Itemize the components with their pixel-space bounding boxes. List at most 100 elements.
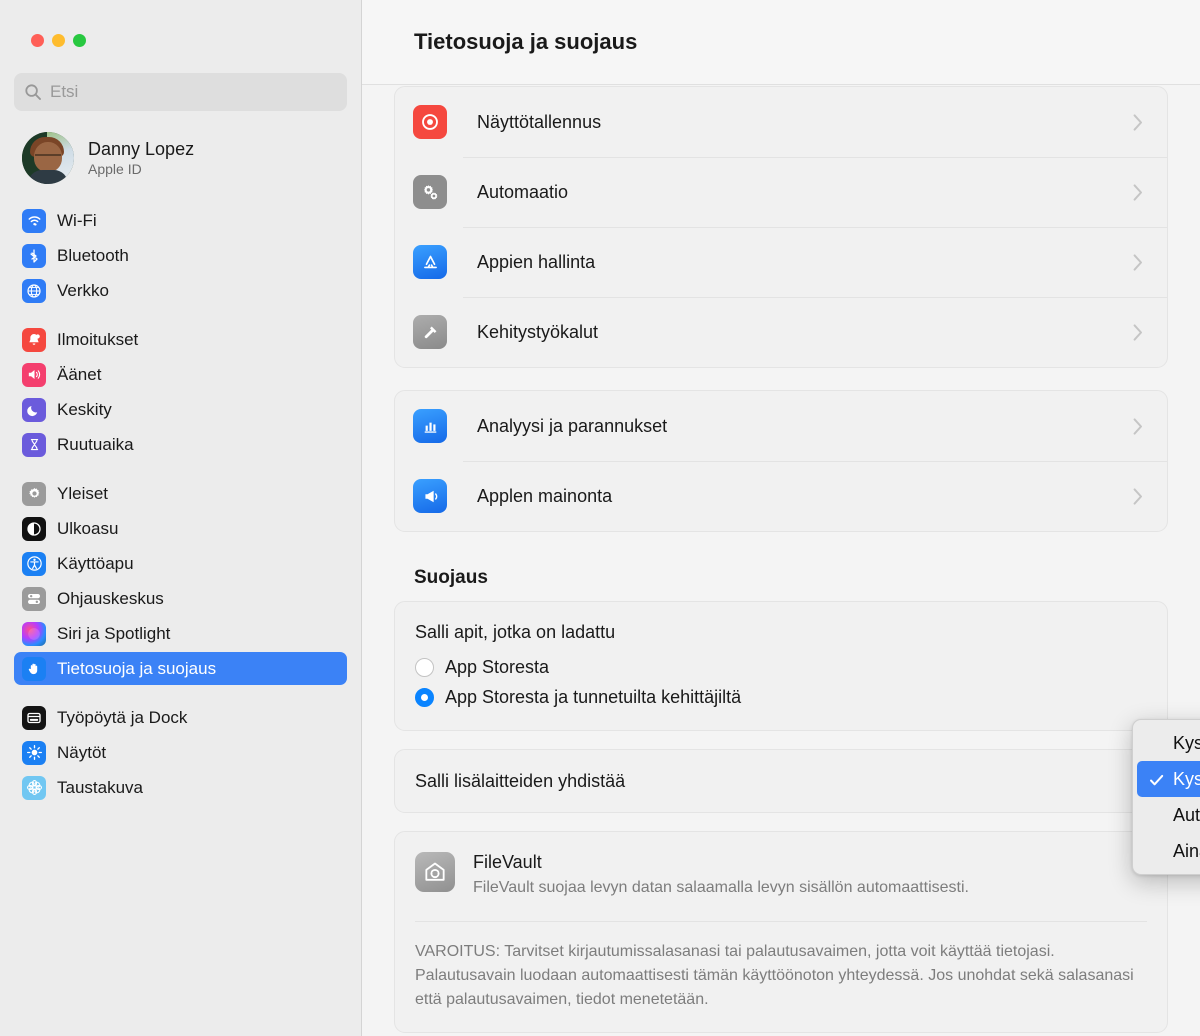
- accessories-dropdown-menu[interactable]: Kysy joka kerta Kysy uusille lisälaittei…: [1132, 719, 1200, 875]
- sidebar-group-system: Yleiset Ulkoasu Käyttöapu Ohjauskeskus S…: [0, 477, 361, 685]
- page-title: Tietosuoja ja suojaus: [414, 29, 638, 54]
- allow-apps-card: Salli apit, jotka on ladattu App Storest…: [394, 601, 1168, 731]
- hand-icon: [22, 656, 46, 681]
- menu-item-always[interactable]: Aina: [1137, 833, 1200, 869]
- sidebar-item-siri-spotlight[interactable]: Siri ja Spotlight: [14, 617, 347, 650]
- sidebar-item-label: Siri ja Spotlight: [57, 623, 171, 643]
- sidebar-item-label: Äänet: [57, 364, 102, 384]
- hourglass-icon: [22, 432, 46, 457]
- avatar: [22, 132, 74, 184]
- row-label: Applen mainonta: [477, 485, 613, 506]
- radio-label: App Storesta ja tunnetuilta kehittäjiltä: [445, 686, 742, 707]
- sidebar-item-label: Bluetooth: [57, 245, 129, 265]
- siri-icon: [22, 621, 46, 646]
- row-screen-recording[interactable]: Näyttötallennus: [395, 87, 1167, 157]
- sidebar-item-label: Työpöytä ja Dock: [57, 707, 188, 727]
- gear-icon: [22, 481, 46, 506]
- speaker-icon: [22, 362, 46, 387]
- filevault-card: FileVault FileVault suojaa levyn datan s…: [394, 831, 1168, 1034]
- sidebar-item-privacy-security[interactable]: Tietosuoja ja suojaus: [14, 652, 347, 685]
- menu-item-ask-for-new-accessories[interactable]: Kysy uusille lisälaitteille: [1137, 761, 1200, 797]
- minimize-button[interactable]: [52, 34, 65, 47]
- search-field[interactable]: [14, 73, 347, 111]
- row-analytics-improvements[interactable]: Analyysi ja parannukset: [395, 391, 1167, 461]
- sidebar-item-label: Taustakuva: [57, 777, 143, 797]
- close-button[interactable]: [31, 34, 44, 47]
- sidebar-item-label: Näytöt: [57, 742, 107, 762]
- checkmark-icon: [1149, 772, 1164, 787]
- appearance-icon: [22, 516, 46, 541]
- filevault-warning: VAROITUS: Tarvitset kirjautumissalasanas…: [415, 943, 1134, 1009]
- row-label: Analyysi ja parannukset: [477, 415, 668, 436]
- bluetooth-icon: [22, 243, 46, 268]
- filevault-name: FileVault: [473, 852, 542, 872]
- chevron-right-icon: [1133, 417, 1143, 435]
- menu-item-automatically-when-unlocked[interactable]: Automaattisesti, kun ei ole lukittu: [1137, 797, 1200, 833]
- settings-content: Näyttötallennus Automaatio Appien hallin…: [362, 86, 1200, 1036]
- row-app-management[interactable]: Appien hallinta: [395, 227, 1167, 297]
- sidebar-item-network[interactable]: Verkko: [14, 274, 347, 307]
- radio-button-unselected[interactable]: [415, 657, 434, 677]
- desktop-dock-icon: [22, 705, 46, 730]
- sidebar-item-accessibility[interactable]: Käyttöapu: [14, 547, 347, 580]
- search-icon: [24, 83, 42, 101]
- sidebar-item-displays[interactable]: Näytöt: [14, 736, 347, 769]
- account-subtitle: Apple ID: [88, 161, 142, 177]
- control-center-icon: [22, 586, 46, 611]
- row-apple-advertising[interactable]: Applen mainonta: [395, 461, 1167, 531]
- chevron-right-icon: [1133, 183, 1143, 201]
- hammer-icon: [413, 315, 447, 349]
- sidebar: Danny Lopez Apple ID Wi-Fi: [0, 0, 362, 1036]
- radio-label: App Storesta: [445, 656, 550, 677]
- zoom-button[interactable]: [73, 34, 86, 47]
- chevron-right-icon: [1133, 323, 1143, 341]
- sidebar-item-label: Ohjauskeskus: [57, 588, 164, 608]
- accessibility-icon: [22, 551, 46, 576]
- sidebar-item-screen-time[interactable]: Ruutuaika: [14, 428, 347, 461]
- sidebar-item-label: Käyttöapu: [57, 553, 134, 573]
- privacy-permissions-card-1: Näyttötallennus Automaatio Appien hallin…: [394, 86, 1168, 368]
- row-label: Automaatio: [477, 181, 569, 202]
- allow-apps-heading: Salli apit, jotka on ladattu: [415, 622, 616, 642]
- chevron-right-icon: [1133, 253, 1143, 271]
- accessories-card: Salli lisälaitteiden yhdistää: [394, 749, 1168, 813]
- sidebar-item-appearance[interactable]: Ulkoasu: [14, 512, 347, 545]
- row-developer-tools[interactable]: Kehitystyökalut: [395, 297, 1167, 367]
- sidebar-group-notifications: Ilmoitukset Äänet Keskity Ruutuaika: [0, 323, 361, 461]
- menu-item-label: Kysy joka kerta: [1173, 732, 1200, 753]
- search-input[interactable]: [50, 82, 337, 102]
- row-automation[interactable]: Automaatio: [395, 157, 1167, 227]
- sidebar-item-desktop-dock[interactable]: Työpöytä ja Dock: [14, 701, 347, 734]
- sidebar-group-network: Wi-Fi Bluetooth Verkko: [0, 204, 361, 307]
- accessories-label: Salli lisälaitteiden yhdistää: [415, 770, 626, 791]
- apple-id-account-item[interactable]: Danny Lopez Apple ID: [14, 126, 347, 190]
- radio-app-store[interactable]: App Storesta: [415, 652, 1147, 682]
- sidebar-item-control-center[interactable]: Ohjauskeskus: [14, 582, 347, 615]
- radio-app-store-and-identified-developers[interactable]: App Storesta ja tunnetuilta kehittäjiltä: [415, 682, 1147, 712]
- wifi-icon: [22, 208, 46, 233]
- main-pane: Tietosuoja ja suojaus Näyttötallennus Au…: [362, 0, 1200, 1036]
- sidebar-item-notifications[interactable]: Ilmoitukset: [14, 323, 347, 356]
- sidebar-nav: Wi-Fi Bluetooth Verkko Ilmoitukset Äänet…: [0, 204, 361, 804]
- security-section-title: Suojaus: [414, 567, 488, 588]
- automation-gears-icon: [413, 175, 447, 209]
- radio-button-selected[interactable]: [415, 687, 434, 707]
- row-label: Näyttötallennus: [477, 111, 602, 132]
- menu-item-ask-every-time[interactable]: Kysy joka kerta: [1137, 725, 1200, 761]
- row-allow-accessories[interactable]: Salli lisälaitteiden yhdistää: [395, 750, 1167, 812]
- moon-icon: [22, 397, 46, 422]
- menu-item-label: Aina: [1173, 840, 1200, 861]
- filevault-house-icon: [415, 852, 455, 892]
- sidebar-item-sound[interactable]: Äänet: [14, 358, 347, 391]
- privacy-analytics-card: Analyysi ja parannukset Applen mainonta: [394, 390, 1168, 532]
- sidebar-item-focus[interactable]: Keskity: [14, 393, 347, 426]
- sidebar-item-general[interactable]: Yleiset: [14, 477, 347, 510]
- screen-recording-icon: [413, 105, 447, 139]
- sidebar-item-label: Keskity: [57, 399, 112, 419]
- sidebar-item-wallpaper[interactable]: Taustakuva: [14, 771, 347, 804]
- sidebar-item-label: Yleiset: [57, 483, 109, 503]
- sidebar-item-wifi[interactable]: Wi-Fi: [14, 204, 347, 237]
- advertising-megaphone-icon: [413, 479, 447, 513]
- traffic-lights: [0, 0, 361, 47]
- sidebar-item-bluetooth[interactable]: Bluetooth: [14, 239, 347, 272]
